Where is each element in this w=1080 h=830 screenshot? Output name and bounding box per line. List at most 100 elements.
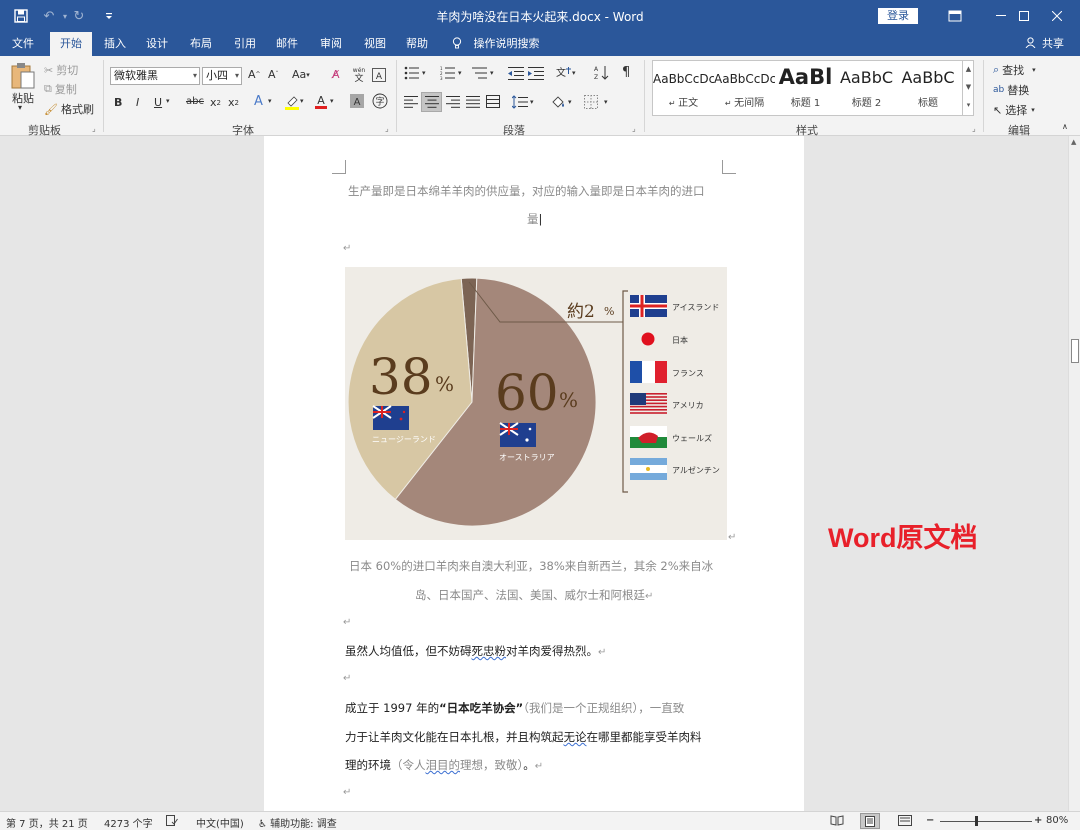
grow-font-icon[interactable]: A ^ [248,68,261,81]
text-effects-icon[interactable]: A [254,94,263,109]
tell-me-search[interactable]: 操作说明搜索 [452,32,540,56]
styles-scroll-up-icon[interactable]: ▲ [962,60,974,78]
chevron-down-icon[interactable]: ▾ [604,98,608,106]
styles-launcher-icon[interactable]: ⌟ [972,124,976,133]
clear-formatting-icon[interactable]: A̸ [332,68,340,81]
tab-references[interactable]: 引用 [226,32,264,56]
font-launcher-icon[interactable]: ⌟ [385,124,389,133]
tab-insert[interactable]: 插入 [96,32,134,56]
chevron-down-icon[interactable]: ▾ [568,98,572,106]
phonetic-guide-icon[interactable]: wén 文 [352,66,366,82]
paste-dropdown-icon[interactable]: ▾ [18,103,22,112]
style-heading-2[interactable]: AaBbC 标题 2 [836,61,897,115]
tab-mailings[interactable]: 邮件 [268,32,306,56]
accessibility-status[interactable]: ♿ 辅助功能: 调查 [258,815,337,830]
align-right-icon[interactable] [446,96,460,108]
borders-icon[interactable] [584,95,598,109]
copy-button[interactable]: ⧉ 复制 [44,81,77,97]
align-left-icon[interactable] [404,96,418,108]
tab-home[interactable]: 开始 [50,32,92,56]
shrink-font-icon[interactable]: Aˇ [268,68,279,81]
chevron-down-icon[interactable]: ▾ [490,69,494,77]
tab-review[interactable]: 审阅 [312,32,350,56]
line-spacing-icon[interactable] [512,95,528,109]
scroll-thumb[interactable] [1071,339,1079,363]
chevron-down-icon[interactable]: ▾ [300,97,304,105]
decrease-indent-icon[interactable] [508,66,524,80]
change-case-icon[interactable]: Aa ▾ [292,68,310,81]
zoom-slider-thumb[interactable] [974,816,978,826]
chevron-down-icon[interactable]: ▾ [330,97,334,105]
strikethrough-icon[interactable]: abc [186,96,204,107]
close-button[interactable] [1034,0,1080,32]
save-icon[interactable] [12,7,30,25]
bold-icon[interactable]: B [114,96,122,109]
styles-more-icon[interactable]: ▾ [962,96,974,116]
print-layout-icon[interactable] [860,813,880,829]
ribbon-display-icon[interactable] [932,0,978,32]
multilevel-list-icon[interactable] [472,66,488,80]
subscript-icon[interactable]: x2 [210,96,221,109]
character-border-icon[interactable]: A [372,66,386,82]
zoom-out-icon[interactable]: − [926,815,934,826]
highlight-color-icon[interactable] [284,94,300,110]
distributed-icon[interactable] [486,95,500,109]
italic-icon[interactable]: I [136,96,139,109]
collapse-ribbon-icon[interactable]: ∧ [1062,122,1068,131]
character-shading-icon[interactable]: A [350,93,364,109]
font-color-icon[interactable]: A [314,93,328,109]
tab-design[interactable]: 设计 [138,32,176,56]
underline-icon[interactable]: U [154,96,162,109]
tab-help[interactable]: 帮助 [398,32,436,56]
chevron-down-icon[interactable]: ▾ [458,69,462,77]
tab-file[interactable]: 文件 [4,32,42,56]
login-button[interactable]: 登录 [878,8,918,24]
paste-icon[interactable] [10,62,38,90]
replace-button[interactable]: ab 替换 [993,82,1029,98]
web-layout-icon[interactable] [898,815,912,829]
style-normal[interactable]: AaBbCcDc ↵ 正文 [653,61,714,115]
style-heading-1[interactable]: AaBl 标题 1 [775,61,836,115]
tab-layout[interactable]: 布局 [182,32,220,56]
paste-button[interactable]: 粘贴 [12,90,34,106]
increase-indent-icon[interactable] [528,66,544,80]
page-count[interactable]: 第 7 页，共 21 页 [6,815,88,830]
style-title[interactable]: AaBbC 标题 [897,61,959,115]
chevron-down-icon[interactable]: ▾ [572,69,576,77]
scroll-up-icon[interactable]: ▲ [1071,138,1076,146]
chevron-down-icon[interactable]: ▾ [268,97,272,105]
superscript-icon[interactable]: x2 [228,96,239,109]
shading-icon[interactable] [550,94,566,110]
vertical-scrollbar[interactable]: ▲ [1068,136,1080,811]
justify-icon[interactable] [466,96,480,108]
chinese-layout-icon[interactable]: 文 [556,66,572,80]
zoom-level[interactable]: 80% [1046,815,1068,826]
zoom-in-icon[interactable]: + [1034,815,1042,826]
redo-icon[interactable]: ↻ [70,7,88,25]
select-button[interactable]: ↖ 选择 ▾ [993,102,1035,118]
bullets-icon[interactable] [404,66,420,80]
align-center-icon[interactable] [421,92,442,112]
font-name-combo[interactable]: 微软雅黑 ▾ [110,67,200,85]
customize-icon[interactable] [100,7,118,25]
pie-chart-figure[interactable]: 60% 38% オーストラリア ニュージーランド 約2% アイスランド 日本 フランス アメリカ… [345,267,727,540]
chevron-down-icon[interactable]: ▾ [422,69,426,77]
paragraph-launcher-icon[interactable]: ⌟ [632,124,636,133]
format-painter-button[interactable]: 🖌 格式刷 [44,101,94,117]
word-count[interactable]: 4273 个字 [104,815,153,830]
cut-button[interactable]: ✂ 剪切 [44,62,78,78]
find-button[interactable]: ⌕ 查找 ▾ [993,62,1036,78]
zoom-slider[interactable] [940,821,1032,822]
numbering-icon[interactable]: 123 [440,66,456,80]
clipboard-launcher-icon[interactable]: ⌟ [92,124,96,133]
font-size-combo[interactable]: 小四 ▾ [202,67,242,85]
language[interactable]: 中文(中国) [196,815,244,830]
show-marks-icon[interactable]: ¶ [622,65,630,80]
styles-scroll-down-icon[interactable]: ▼ [962,78,974,96]
style-no-spacing[interactable]: AaBbCcDc ↵ 无间隔 [714,61,775,115]
proofing-icon[interactable] [166,815,178,829]
chevron-down-icon[interactable]: ▾ [530,98,534,106]
read-mode-icon[interactable] [830,815,844,829]
chevron-down-icon[interactable]: ▾ [166,97,170,105]
tab-view[interactable]: 视图 [356,32,394,56]
